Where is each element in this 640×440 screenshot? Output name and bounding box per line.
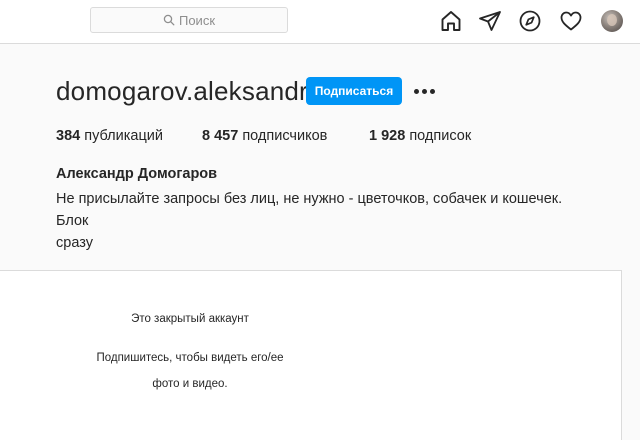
profile-bio: Не присылайте запросы без лиц, не нужно … [56, 188, 596, 254]
stat-following[interactable]: 1 928 подписок [369, 128, 471, 144]
stat-following-count: 1 928 [369, 128, 406, 144]
profile-username: domogarov.aleksandr [56, 76, 308, 106]
more-dot [414, 88, 419, 94]
stat-followers[interactable]: 8 457 подписчиков [202, 128, 327, 144]
private-account-subtitle: Подпишитесь, чтобы видеть его/ее фото и … [0, 345, 380, 397]
stat-posts-count: 384 [56, 128, 81, 144]
top-navigation-bar: Поиск [0, 0, 640, 44]
more-dot [422, 88, 427, 94]
stat-posts: 384 публикаций [56, 128, 163, 144]
private-subtitle-line: Подпишитесь, чтобы видеть его/ее [96, 352, 284, 364]
private-account-title: Это закрытый аккаунт [131, 313, 249, 325]
explore-compass-icon[interactable] [518, 9, 542, 33]
search-icon [163, 14, 175, 26]
home-icon[interactable] [439, 9, 463, 33]
private-subtitle-line: фото и видео. [152, 378, 228, 390]
stat-followers-count: 8 457 [202, 128, 239, 144]
more-dot [430, 88, 435, 94]
bio-line: сразу [56, 235, 93, 251]
stat-posts-label: публикаций [84, 128, 163, 144]
stat-followers-label: подписчиков [242, 128, 328, 144]
search-placeholder: Поиск [178, 12, 216, 28]
direct-message-icon[interactable] [478, 9, 502, 33]
bio-line: Не присылайте запросы без лиц, не нужно … [56, 191, 563, 229]
private-account-panel: Это закрытый аккаунт Подпишитесь, чтобы … [0, 270, 622, 440]
profile-full-name: Александр Домогаров [56, 166, 218, 182]
stat-following-label: подписок [409, 128, 472, 144]
avatar-face [607, 14, 617, 26]
follow-button[interactable]: Подписаться [306, 77, 402, 105]
more-options-icon[interactable] [414, 86, 438, 96]
search-input[interactable]: Поиск [90, 7, 288, 33]
activity-heart-icon[interactable] [559, 9, 583, 33]
profile-avatar[interactable] [601, 10, 623, 32]
